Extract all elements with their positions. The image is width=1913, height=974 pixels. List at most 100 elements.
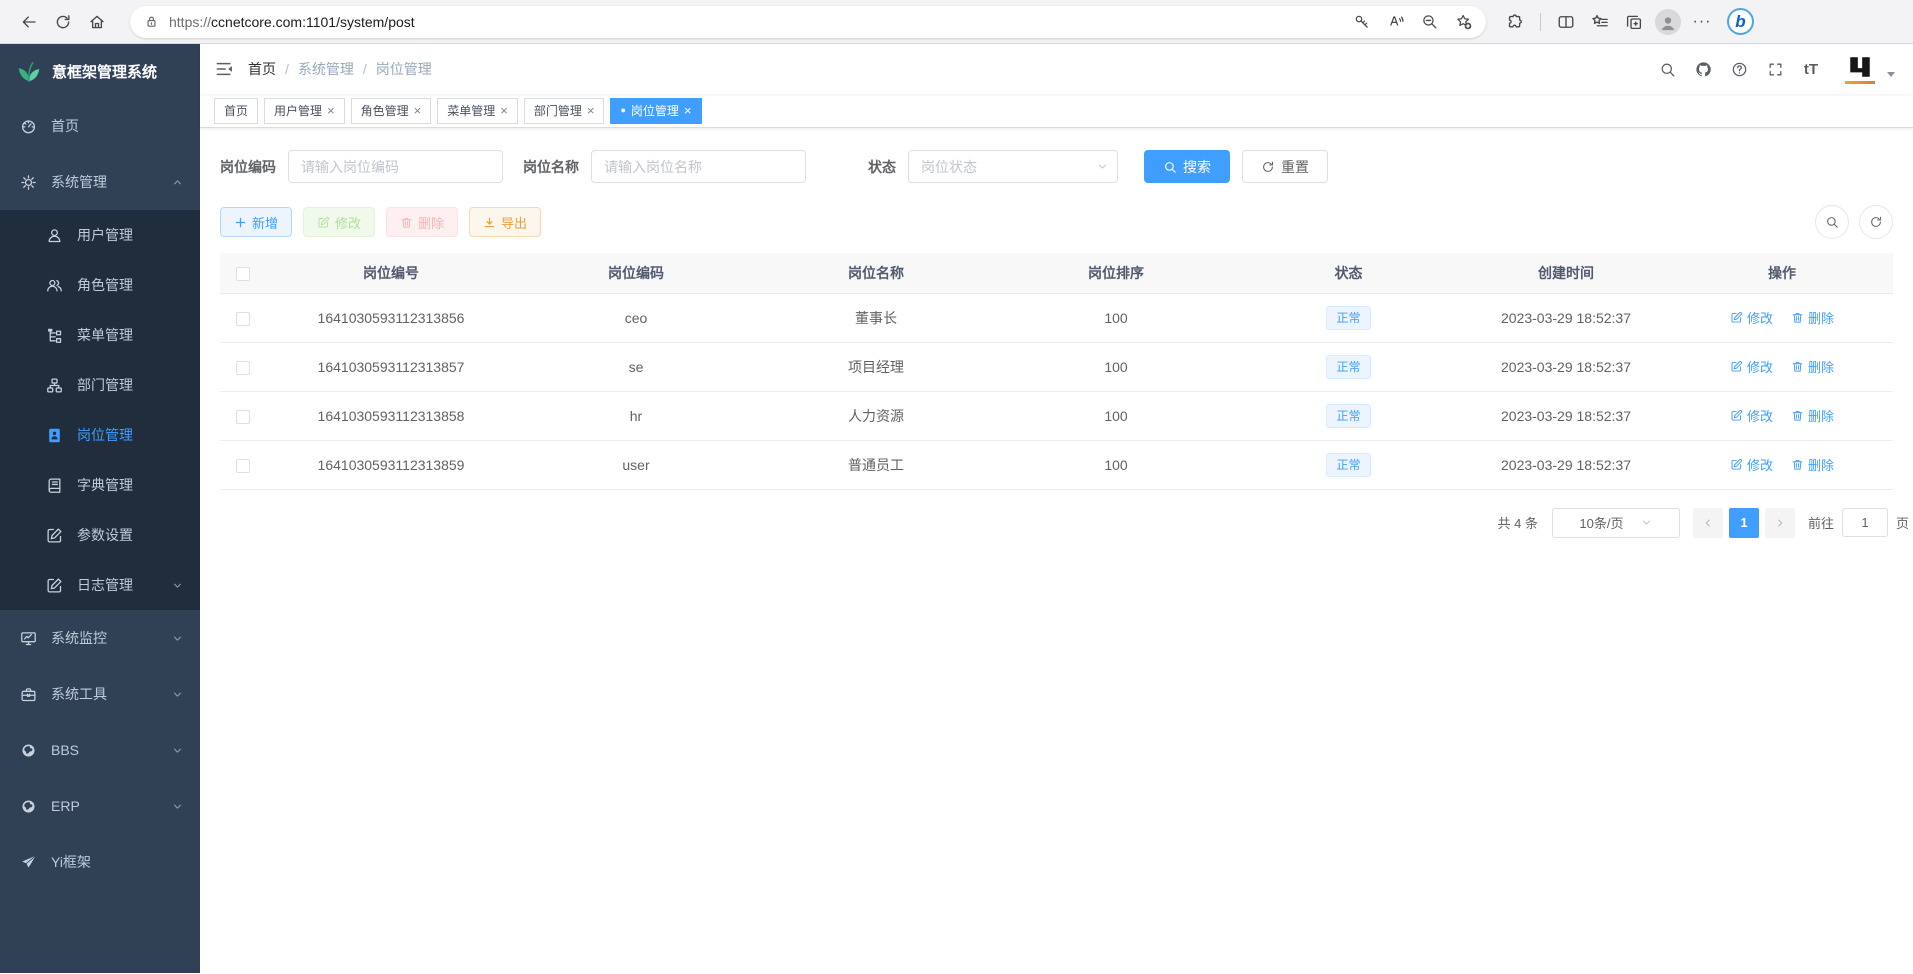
- refresh-table-button[interactable]: [1859, 205, 1893, 239]
- browser-home-button[interactable]: [80, 5, 114, 39]
- status-select[interactable]: [908, 150, 1118, 183]
- add-button[interactable]: 新增: [220, 207, 292, 237]
- browser-profile-avatar[interactable]: [1651, 5, 1685, 39]
- close-icon[interactable]: ×: [500, 104, 508, 117]
- edit-button[interactable]: 修改: [303, 207, 375, 237]
- next-page-button[interactable]: [1765, 508, 1795, 538]
- user-avatar[interactable]: [1845, 54, 1875, 84]
- toggle-search-button[interactable]: [1815, 205, 1849, 239]
- post-code-input[interactable]: [288, 150, 503, 183]
- password-key-icon[interactable]: [1344, 5, 1378, 39]
- sidebar-item-roles[interactable]: 角色管理: [0, 260, 200, 310]
- sidebar-item-tools[interactable]: 系统工具: [0, 666, 200, 722]
- split-screen-icon[interactable]: [1549, 5, 1583, 39]
- sidebar-item-parameters[interactable]: 参数设置: [0, 510, 200, 560]
- chevron-down-icon: [171, 688, 184, 701]
- sidebar-item-label: 参数设置: [77, 525, 133, 545]
- menu-tree-icon: [46, 327, 63, 344]
- table-row[interactable]: 1641030593112313859 user 普通员工 100 正常 202…: [220, 440, 1893, 489]
- browser-refresh-button[interactable]: [46, 5, 80, 39]
- read-aloud-icon[interactable]: [1378, 5, 1412, 39]
- tab-home[interactable]: 首页: [214, 98, 258, 124]
- chevron-down-icon: [171, 800, 184, 813]
- tab-user-management[interactable]: 用户管理 ×: [264, 98, 345, 124]
- search-button[interactable]: 搜索: [1144, 150, 1230, 183]
- sidebar-item-users[interactable]: 用户管理: [0, 210, 200, 260]
- close-icon[interactable]: ×: [684, 104, 692, 117]
- extensions-icon[interactable]: [1498, 5, 1532, 39]
- close-icon[interactable]: ×: [414, 104, 422, 117]
- row-edit-button[interactable]: 修改: [1730, 357, 1773, 376]
- table-row[interactable]: 1641030593112313858 hr 人力资源 100 正常 2023-…: [220, 391, 1893, 440]
- table-row[interactable]: 1641030593112313856 ceo 董事长 100 正常 2023-…: [220, 293, 1893, 342]
- sidebar-item-label: Yi框架: [51, 852, 91, 872]
- sidebar-item-yi-framework[interactable]: Yi框架: [0, 834, 200, 890]
- browser-menu-button[interactable]: ···: [1685, 5, 1719, 39]
- row-edit-button[interactable]: 修改: [1730, 455, 1773, 474]
- edit-button-label: 修改: [335, 213, 361, 232]
- sidebar-item-logs[interactable]: 日志管理: [0, 560, 200, 610]
- row-checkbox[interactable]: [236, 410, 250, 424]
- tab-menu-management[interactable]: 菜单管理 ×: [437, 98, 518, 124]
- cell-post-code: ceo: [516, 293, 756, 342]
- tab-label: 部门管理: [534, 102, 582, 119]
- delete-button[interactable]: 删除: [386, 207, 458, 237]
- help-icon[interactable]: [1721, 51, 1757, 87]
- sidebar-collapse-button[interactable]: [200, 44, 248, 94]
- close-icon[interactable]: ×: [327, 104, 335, 117]
- row-edit-button[interactable]: 修改: [1730, 406, 1773, 425]
- favorite-add-icon[interactable]: [1446, 5, 1480, 39]
- address-bar[interactable]: https://ccnetcore.com:1101/system/post: [130, 6, 1486, 38]
- row-delete-button[interactable]: 删除: [1791, 455, 1834, 474]
- row-checkbox[interactable]: [236, 361, 250, 375]
- tab-department-management[interactable]: 部门管理 ×: [524, 98, 605, 124]
- row-checkbox[interactable]: [236, 312, 250, 326]
- page-number-button[interactable]: 1: [1729, 508, 1759, 538]
- tab-post-management[interactable]: ● 岗位管理 ×: [610, 98, 701, 124]
- row-delete-button[interactable]: 删除: [1791, 308, 1834, 327]
- post-name-input[interactable]: [591, 150, 806, 183]
- avatar-caret-down-icon[interactable]: [1887, 72, 1895, 77]
- zoom-out-icon[interactable]: [1412, 5, 1446, 39]
- prev-page-button[interactable]: [1693, 508, 1723, 538]
- sidebar-item-departments[interactable]: 部门管理: [0, 360, 200, 410]
- select-all-checkbox[interactable]: [236, 267, 250, 281]
- row-delete-button[interactable]: 删除: [1791, 406, 1834, 425]
- breadcrumb-home[interactable]: 首页: [248, 59, 276, 79]
- reset-button[interactable]: 重置: [1242, 150, 1328, 183]
- tab-role-management[interactable]: 角色管理 ×: [351, 98, 432, 124]
- bing-chat-icon[interactable]: b: [1727, 8, 1754, 35]
- log-icon: [46, 577, 63, 594]
- favorites-bar-icon[interactable]: [1583, 5, 1617, 39]
- sidebar-item-bbs[interactable]: BBS: [0, 722, 200, 778]
- url-text[interactable]: https://ccnetcore.com:1101/system/post: [169, 14, 1344, 30]
- fullscreen-icon[interactable]: [1757, 51, 1793, 87]
- status-select-input[interactable]: [908, 150, 1118, 183]
- status-badge: 正常: [1326, 404, 1370, 428]
- cell-created-time: 2023-03-29 18:52:37: [1461, 440, 1671, 489]
- export-button[interactable]: 导出: [469, 207, 541, 237]
- sidebar-item-erp[interactable]: ERP: [0, 778, 200, 834]
- close-icon[interactable]: ×: [587, 104, 595, 117]
- sidebar-item-monitor[interactable]: 系统监控: [0, 610, 200, 666]
- sidebar-item-posts[interactable]: 岗位管理: [0, 410, 200, 460]
- breadcrumb-system: 系统管理: [298, 59, 354, 79]
- row-delete-button[interactable]: 删除: [1791, 357, 1834, 376]
- row-edit-button[interactable]: 修改: [1730, 308, 1773, 327]
- github-icon[interactable]: [1685, 51, 1721, 87]
- users-icon: [46, 277, 63, 294]
- row-checkbox[interactable]: [236, 459, 250, 473]
- sidebar-item-dictionary[interactable]: 字典管理: [0, 460, 200, 510]
- table-row[interactable]: 1641030593112313857 se 项目经理 100 正常 2023-…: [220, 342, 1893, 391]
- page-jump-input[interactable]: [1842, 508, 1888, 537]
- sidebar-item-home[interactable]: 首页: [0, 98, 200, 154]
- page-size-select[interactable]: 10条/页: [1552, 508, 1680, 538]
- sidebar-item-system[interactable]: 系统管理: [0, 154, 200, 210]
- browser-back-button[interactable]: [12, 5, 46, 39]
- collections-icon[interactable]: [1617, 5, 1651, 39]
- header-search-icon[interactable]: [1649, 51, 1685, 87]
- table-toolbar: 新增 修改 删除 导出: [220, 205, 1893, 239]
- font-size-icon[interactable]: tT: [1793, 51, 1829, 87]
- table-header-cell: 岗位编号: [266, 253, 516, 293]
- sidebar-item-menus[interactable]: 菜单管理: [0, 310, 200, 360]
